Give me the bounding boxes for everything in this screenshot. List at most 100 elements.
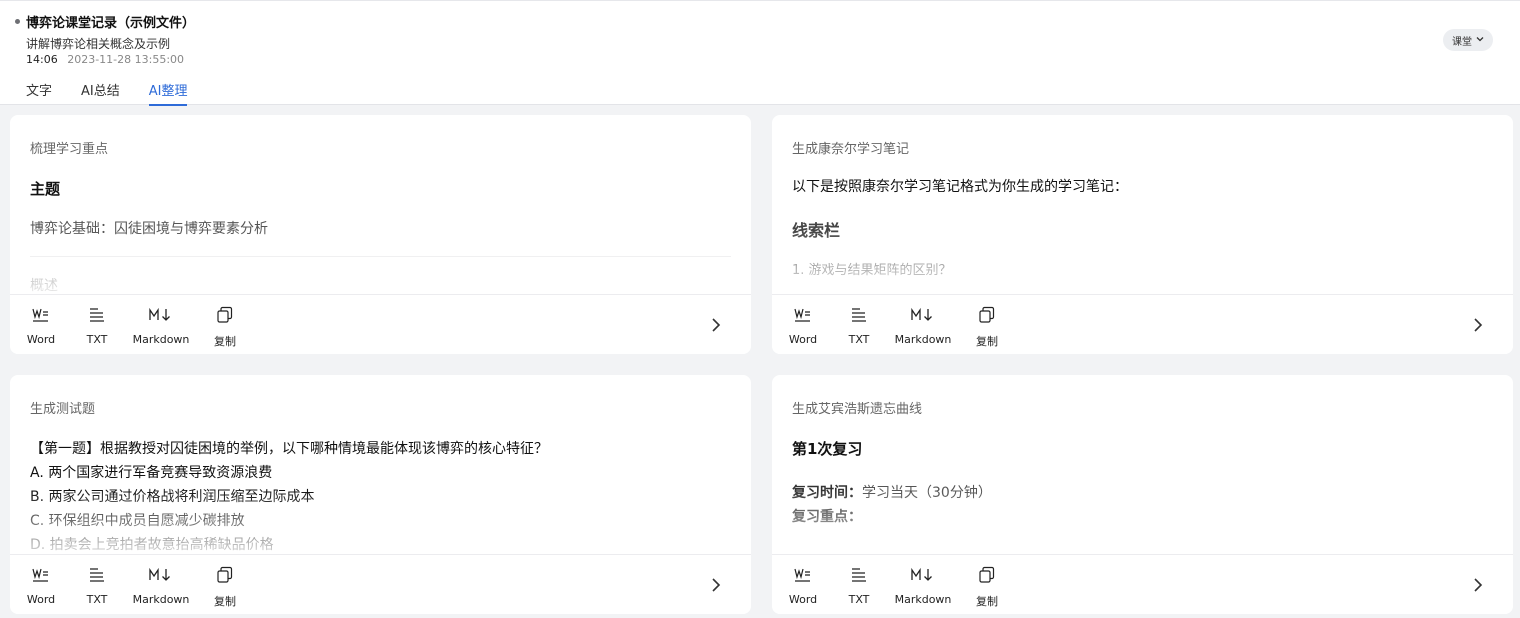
word-icon xyxy=(11,305,71,325)
copy-label: 复制 xyxy=(214,595,236,608)
export-txt-label: TXT xyxy=(86,593,108,606)
quiz-question: 【第一题】根据教授对囚徒困境的举例，以下哪种情境最能体现该博弈的核心特征？ xyxy=(30,441,548,457)
card-quiz: 生成测试题 【第一题】根据教授对囚徒困境的举例，以下哪种情境最能体现该博弈的核心… xyxy=(10,375,751,614)
export-txt-label: TXT xyxy=(86,333,108,346)
copy-icon xyxy=(195,305,255,325)
card-title: 生成测试题 xyxy=(30,402,96,417)
copy-label: 复制 xyxy=(976,595,998,608)
txt-icon xyxy=(829,565,889,585)
txt-icon xyxy=(829,305,889,325)
txt-icon xyxy=(67,565,127,585)
export-markdown-button[interactable]: Markdown xyxy=(893,305,953,346)
quiz-option-c: C. 环保组织中成员自愿减少碳排放 xyxy=(30,513,245,529)
card-content: 以下是按照康奈尔学习笔记格式为你生成的学习笔记： 线索栏 1. 游戏与结果矩阵的… xyxy=(792,177,1493,295)
copy-button[interactable]: 复制 xyxy=(957,565,1017,609)
title-row: 博弈论课堂记录（示例文件） xyxy=(15,12,195,31)
word-icon xyxy=(773,305,833,325)
markdown-icon xyxy=(131,565,191,585)
word-icon xyxy=(773,565,833,585)
copy-icon xyxy=(195,565,255,585)
export-markdown-label: Markdown xyxy=(132,593,190,606)
export-txt-button[interactable]: TXT xyxy=(829,305,889,346)
copy-button[interactable]: 复制 xyxy=(957,305,1017,349)
tab-bar: 文字 AI总结 AI整理 xyxy=(26,80,216,106)
export-toolbar: Word TXT Markdown 复制 xyxy=(772,554,1513,614)
txt-icon xyxy=(67,305,127,325)
copy-button[interactable]: 复制 xyxy=(195,305,255,349)
export-markdown-label: Markdown xyxy=(894,333,952,346)
card-cornell-notes: 生成康奈尔学习笔记 以下是按照康奈尔学习笔记格式为你生成的学习笔记： 线索栏 1… xyxy=(772,115,1513,354)
quiz-option-d: D. 拍卖会上竞拍者故意抬高稀缺品价格 xyxy=(30,537,274,553)
copy-icon xyxy=(957,305,1017,325)
datetime: 2023-11-28 13:55:00 xyxy=(67,53,185,66)
export-txt-label: TXT xyxy=(848,333,870,346)
export-word-button[interactable]: Word xyxy=(11,565,71,606)
copy-label: 复制 xyxy=(976,335,998,348)
export-word-label: Word xyxy=(788,333,818,346)
card-content: 【第一题】根据教授对囚徒困境的举例，以下哪种情境最能体现该博弈的核心特征？ A.… xyxy=(30,437,731,555)
bullet-dot xyxy=(15,19,20,24)
chevron-right-icon[interactable] xyxy=(1471,315,1485,335)
duration: 14:06 xyxy=(26,53,58,66)
copy-button[interactable]: 复制 xyxy=(195,565,255,609)
chevron-right-icon[interactable] xyxy=(709,575,723,595)
export-word-label: Word xyxy=(26,593,56,606)
content-body: 博弈论基础：囚徒困境与博弈要素分析 xyxy=(30,221,268,237)
export-word-button[interactable]: Word xyxy=(773,305,833,346)
card-content: 主题 博弈论基础：囚徒困境与博弈要素分析 概述 xyxy=(30,177,731,295)
quiz-option-a: A. 两个国家进行军备竞赛导致资源浪费 xyxy=(30,465,273,481)
review-time-label: 复习时间： xyxy=(792,485,862,501)
content-heading: 第1次复习 xyxy=(792,440,863,458)
quiz-option-b: B. 两家公司通过价格战将利润压缩至边际成本 xyxy=(30,489,315,505)
export-toolbar: Word TXT Markdown 复制 xyxy=(772,294,1513,354)
export-markdown-label: Markdown xyxy=(894,593,952,606)
list-item: 1. 游戏与结果矩阵的区别？ xyxy=(792,263,952,278)
export-markdown-label: Markdown xyxy=(132,333,190,346)
export-word-button[interactable]: Word xyxy=(773,565,833,606)
markdown-icon xyxy=(893,565,953,585)
review-focus: 复习重点： xyxy=(792,505,1493,529)
copy-icon xyxy=(957,565,1017,585)
mode-dropdown[interactable]: 课堂 xyxy=(1443,29,1493,51)
export-txt-label: TXT xyxy=(848,593,870,606)
mode-label: 课堂 xyxy=(1452,36,1472,48)
tab-ai-summary[interactable]: AI总结 xyxy=(81,80,120,106)
export-toolbar: Word TXT Markdown 复制 xyxy=(10,554,751,614)
meta-row: 14:06 2023-11-28 13:55:00 xyxy=(26,53,184,66)
export-toolbar: Word TXT Markdown 复制 xyxy=(10,294,751,354)
chevron-down-icon xyxy=(1476,35,1484,45)
card-title: 生成康奈尔学习笔记 xyxy=(792,142,910,157)
export-markdown-button[interactable]: Markdown xyxy=(893,565,953,606)
export-markdown-button[interactable]: Markdown xyxy=(131,565,191,606)
card-title: 梳理学习重点 xyxy=(30,142,109,157)
page-title: 博弈论课堂记录（示例文件） xyxy=(26,16,196,31)
export-markdown-button[interactable]: Markdown xyxy=(131,305,191,346)
export-txt-button[interactable]: TXT xyxy=(67,305,127,346)
export-txt-button[interactable]: TXT xyxy=(67,565,127,606)
card-ebbinghaus: 生成艾宾浩斯遗忘曲线 第1次复习 复习时间：学习当天（30分钟） 复习重点： W… xyxy=(772,375,1513,614)
tab-text[interactable]: 文字 xyxy=(26,80,52,106)
page-subtitle: 讲解博弈论相关概念及示例 xyxy=(26,37,171,51)
tab-ai-organize[interactable]: AI整理 xyxy=(148,80,188,106)
review-focus-label: 复习重点： xyxy=(792,509,862,525)
header: 博弈论课堂记录（示例文件） 讲解博弈论相关概念及示例 14:06 2023-11… xyxy=(0,0,1520,106)
content-section: 概述 xyxy=(30,278,58,294)
copy-label: 复制 xyxy=(214,335,236,348)
markdown-icon xyxy=(893,305,953,325)
chevron-right-icon[interactable] xyxy=(1471,575,1485,595)
chevron-right-icon[interactable] xyxy=(709,315,723,335)
content-heading: 线索栏 xyxy=(792,221,841,240)
markdown-icon xyxy=(131,305,191,325)
content-intro: 以下是按照康奈尔学习笔记格式为你生成的学习笔记： xyxy=(792,179,1128,195)
export-txt-button[interactable]: TXT xyxy=(829,565,889,606)
export-word-button[interactable]: Word xyxy=(11,305,71,346)
export-word-label: Word xyxy=(26,333,56,346)
review-time-value: 学习当天（30分钟） xyxy=(862,485,992,501)
card-title: 生成艾宾浩斯遗忘曲线 xyxy=(792,402,923,417)
word-icon xyxy=(11,565,71,585)
review-time: 复习时间：学习当天（30分钟） xyxy=(792,481,1493,505)
export-word-label: Word xyxy=(788,593,818,606)
divider xyxy=(30,256,731,257)
card-study-points: 梳理学习重点 主题 博弈论基础：囚徒困境与博弈要素分析 概述 Word TXT … xyxy=(10,115,751,354)
card-content: 第1次复习 复习时间：学习当天（30分钟） 复习重点： xyxy=(792,437,1493,555)
